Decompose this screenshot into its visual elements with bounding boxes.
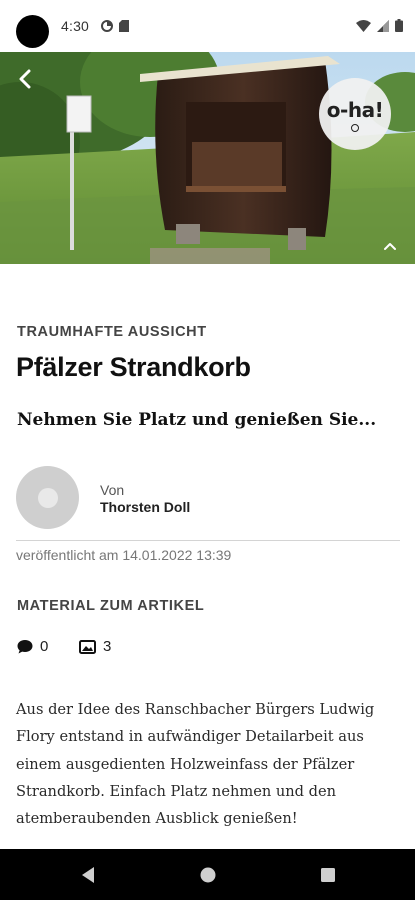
wifi-icon — [356, 19, 371, 37]
camera-cutout — [16, 15, 49, 48]
data-saver-icon — [101, 19, 113, 37]
material-heading: MATERIAL ZUM ARTIKEL — [17, 598, 205, 614]
nav-back-button[interactable] — [76, 864, 100, 886]
avatar-placeholder-icon — [37, 487, 58, 508]
comments-count: 0 — [40, 638, 49, 655]
comments-count-button[interactable]: 0 — [17, 638, 48, 655]
author-by-label: Von — [100, 482, 125, 498]
author-avatar[interactable] — [16, 466, 79, 529]
hero-image: o-ha! — [0, 52, 415, 264]
cell-signal-icon — [377, 19, 389, 37]
chevron-up-icon — [384, 243, 396, 250]
published-date: veröffentlicht am 14.01.2022 13:39 — [16, 547, 232, 563]
sd-card-icon — [119, 19, 129, 37]
logo-ring-icon — [351, 124, 359, 132]
images-count: 3 — [103, 638, 112, 655]
author-name[interactable]: Thorsten Doll — [100, 499, 190, 515]
article-teaser: Nehmen Sie Platz und genießen Sie... — [17, 410, 377, 430]
status-right-icons — [356, 19, 403, 37]
triangle-back-icon — [82, 867, 94, 883]
comment-icon — [17, 640, 33, 654]
square-recents-icon — [321, 868, 335, 882]
battery-icon — [395, 19, 403, 37]
divider — [16, 540, 400, 541]
status-bar: 4:30 — [0, 0, 415, 52]
circle-home-icon — [200, 867, 216, 883]
chevron-left-icon — [19, 69, 31, 89]
back-button[interactable] — [10, 64, 40, 94]
collapse-image-button[interactable] — [378, 236, 402, 256]
images-count-button[interactable]: 3 — [79, 638, 111, 655]
status-left-icons — [101, 19, 129, 37]
status-time: 4:30 — [61, 18, 90, 34]
article-kicker: TRAUMHAFTE AUSSICHT — [17, 324, 207, 340]
article-title: Pfälzer Strandkorb — [16, 352, 251, 382]
nav-recents-button[interactable] — [316, 864, 340, 886]
brand-logo-text: o-ha! — [326, 98, 384, 122]
brand-logo: o-ha! — [319, 78, 391, 150]
nav-home-button[interactable] — [196, 864, 220, 886]
image-icon — [79, 639, 96, 654]
system-navigation-bar — [0, 849, 415, 900]
article-body: Aus der Idee des Ranschbacher Bürgers Lu… — [16, 701, 375, 828]
